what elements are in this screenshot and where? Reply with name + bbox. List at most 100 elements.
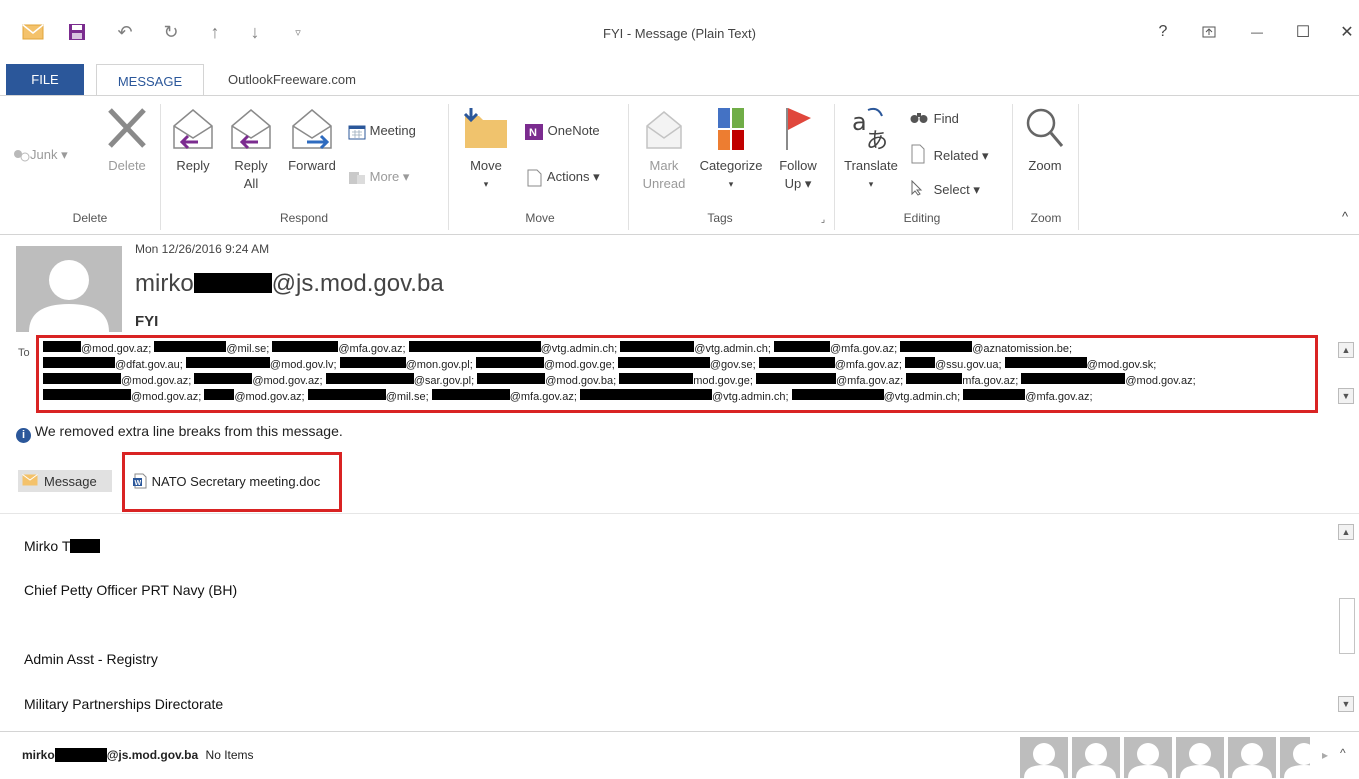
reply-button[interactable]: Reply: [168, 104, 218, 175]
redaction-bar: [1021, 373, 1126, 384]
recipient-domain[interactable]: @vtg.admin.ch;: [884, 391, 961, 403]
magnifier-icon: [1026, 108, 1064, 147]
recipient-domain[interactable]: @mfa.gov.az;: [835, 359, 902, 371]
recipient-domain[interactable]: @mod.gov.az;: [131, 391, 201, 403]
body-scrollbar-thumb[interactable]: [1339, 598, 1355, 654]
recipient-domain[interactable]: @mod.gov.az;: [234, 391, 304, 403]
message-tab[interactable]: Message: [18, 470, 112, 492]
recipient-domain[interactable]: @vtg.admin.ch;: [541, 343, 618, 355]
reply-all-button[interactable]: Reply All: [226, 104, 276, 193]
people-avatar[interactable]: [1124, 737, 1172, 778]
recipient-domain[interactable]: @mfa.gov.az;: [836, 375, 903, 387]
collapse-ribbon-button[interactable]: ^: [1338, 208, 1352, 226]
redaction-bar: [475, 357, 544, 368]
recipients-row: @mod.gov.az; @mil.se; @mfa.gov.az; @vtg.…: [43, 341, 1311, 357]
recipient-domain[interactable]: mod.gov.ge;: [693, 375, 753, 387]
people-pane-sender[interactable]: mirko @js.mod.gov.ba No Items: [22, 748, 254, 762]
related-button[interactable]: Related ▾: [910, 144, 1010, 169]
recipient-domain[interactable]: @mod.gov.az;: [1125, 375, 1195, 387]
info-notice-text: We removed extra line breaks from this m…: [34, 423, 343, 439]
recipient-domain[interactable]: @mfa.gov.az;: [1025, 391, 1092, 403]
recipient-domain[interactable]: @gov.se;: [710, 359, 756, 371]
people-avatar[interactable]: [1020, 737, 1068, 778]
people-pane-next-icon[interactable]: ▸: [1322, 748, 1328, 762]
body-name-prefix: Mirko T: [24, 538, 71, 554]
recipient-domain[interactable]: @mod.gov.ba;: [545, 375, 616, 387]
cursor-icon: [910, 179, 930, 201]
calendar-icon: [348, 124, 366, 140]
maximize-button[interactable]: ☐: [1290, 20, 1316, 44]
group-separator: [1012, 104, 1013, 230]
delete-x-icon: [108, 108, 146, 148]
tags-dialog-launcher[interactable]: ⌟: [816, 210, 830, 228]
recipient-domain[interactable]: @mil.se;: [386, 391, 429, 403]
body-scroll-down[interactable]: ▼: [1338, 696, 1354, 712]
recipient-domain[interactable]: @vtg.admin.ch;: [712, 391, 789, 403]
recipient-domain[interactable]: mfa.gov.az;: [962, 375, 1018, 387]
people-avatar[interactable]: [1072, 737, 1120, 778]
minimize-button[interactable]: —: [1244, 20, 1270, 44]
group-label-zoom: Zoom: [1030, 211, 1062, 225]
recipient-domain[interactable]: @vtg.admin.ch;: [694, 343, 771, 355]
redaction-bar: [154, 341, 227, 352]
redaction-bar: [906, 373, 963, 384]
mark-unread-button[interactable]: Mark Unread: [636, 104, 692, 193]
ribbon: Junk ▾ Delete Delete Reply Reply All For…: [0, 95, 1359, 235]
recipient-domain[interactable]: @sar.gov.pl;: [414, 375, 475, 387]
recipient-domain[interactable]: @mfa.gov.az;: [338, 343, 405, 355]
group-label-move: Move: [525, 211, 555, 225]
zoom-button[interactable]: Zoom: [1018, 104, 1072, 175]
redaction-bar: [620, 341, 695, 352]
tab-outlookfreeware[interactable]: OutlookFreeware.com: [212, 64, 372, 95]
ribbon-display-options-button[interactable]: [1196, 20, 1222, 44]
group-separator: [628, 104, 629, 230]
select-button[interactable]: Select ▾: [910, 179, 1010, 201]
sender-address[interactable]: mirko @js.mod.gov.ba: [135, 270, 444, 298]
translate-label: Translate: [844, 158, 898, 173]
people-avatar[interactable]: [1176, 737, 1224, 778]
recipient-domain[interactable]: @mfa.gov.az;: [510, 391, 577, 403]
recipient-domain[interactable]: @mod.gov.lv;: [270, 359, 337, 371]
recipient-domain[interactable]: @ssu.gov.ua;: [935, 359, 1002, 371]
recipients-scroll-up[interactable]: ▲: [1338, 342, 1354, 358]
recipient-domain[interactable]: @mfa.gov.az;: [830, 343, 897, 355]
svg-text:W: W: [135, 480, 142, 487]
tab-message[interactable]: MESSAGE: [96, 64, 204, 97]
forward-button[interactable]: Forward: [284, 104, 340, 175]
svg-text:a: a: [852, 108, 867, 136]
find-button[interactable]: Find: [910, 110, 1010, 129]
move-dropdown-arrow: ▾: [483, 179, 489, 189]
recipient-domain[interactable]: @aznatomission.be;: [972, 343, 1072, 355]
recipient-domain[interactable]: @mil.se;: [226, 343, 269, 355]
junk-button[interactable]: Junk ▾: [12, 146, 92, 164]
categorize-button[interactable]: Categorize ▾: [694, 104, 768, 193]
close-button[interactable]: ✕: [1334, 20, 1359, 44]
actions-button[interactable]: Actions ▾: [524, 168, 620, 187]
people-avatar[interactable]: [1280, 737, 1310, 778]
people-pane-collapse-icon[interactable]: ^: [1340, 746, 1346, 760]
recipient-domain[interactable]: @mod.gov.ge;: [544, 359, 615, 371]
recipient-domain[interactable]: @mod.gov.az;: [252, 375, 322, 387]
related-label: Related ▾: [933, 147, 989, 163]
recipient-domain[interactable]: @mod.gov.az;: [121, 375, 191, 387]
delete-button[interactable]: Delete: [102, 104, 152, 175]
redaction-bar: [272, 341, 339, 352]
translate-button[interactable]: aあ Translate ▾: [838, 104, 904, 193]
recipient-domain[interactable]: @mod.gov.sk;: [1087, 359, 1157, 371]
body-scroll-up[interactable]: ▲: [1338, 524, 1354, 540]
people-avatar[interactable]: [1228, 737, 1276, 778]
redaction-bar: [579, 389, 712, 400]
attachment-item[interactable]: W NATO Secretary meeting.doc: [132, 473, 320, 492]
tab-file[interactable]: FILE: [6, 64, 84, 95]
recipient-domain[interactable]: @mon.gov.pl;: [406, 359, 473, 371]
recipient-domain[interactable]: @dfat.gov.au;: [115, 359, 183, 371]
recipients-scroll-down[interactable]: ▼: [1338, 388, 1354, 404]
mark-unread-label-1: Mark: [649, 158, 679, 173]
more-respond-button[interactable]: More ▾: [348, 168, 440, 186]
follow-up-button[interactable]: Follow Up ▾: [772, 104, 824, 193]
meeting-button[interactable]: Meeting: [348, 122, 440, 140]
move-button[interactable]: Move ▾: [456, 104, 516, 193]
onenote-button[interactable]: N OneNote: [524, 122, 620, 141]
help-button[interactable]: ?: [1150, 20, 1176, 44]
recipient-domain[interactable]: @mod.gov.az;: [81, 343, 151, 355]
